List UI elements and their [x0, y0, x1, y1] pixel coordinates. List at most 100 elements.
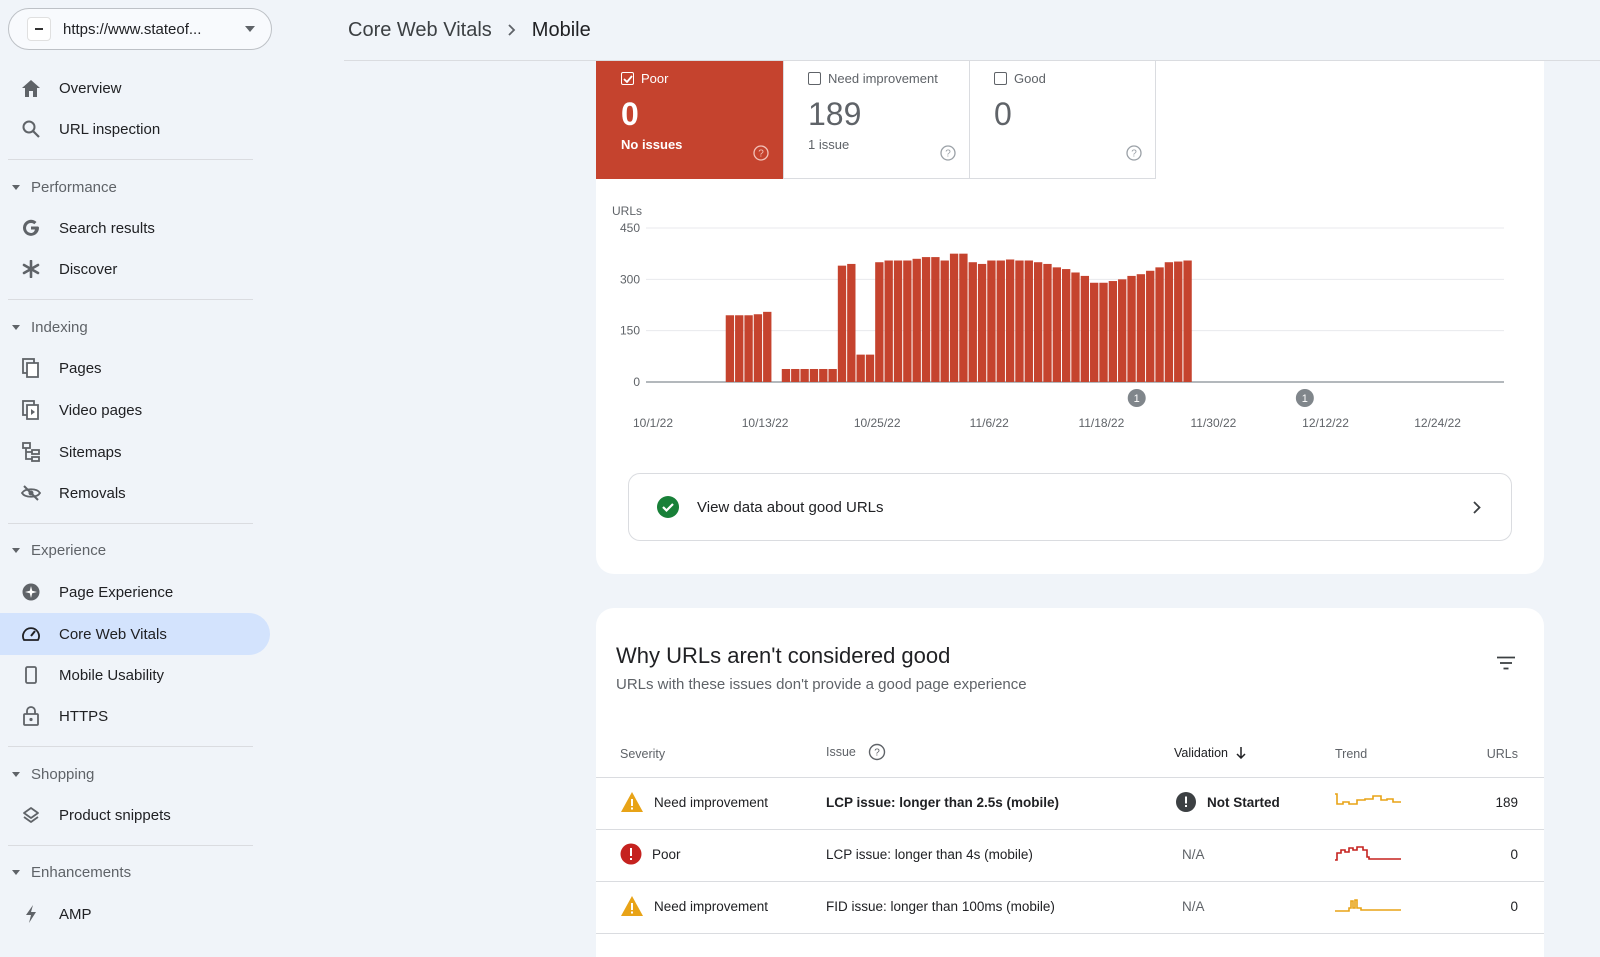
- collapse-arrow-icon: [12, 185, 20, 190]
- chart-bar: [735, 315, 743, 382]
- sidebar-item-label: Pages: [59, 360, 102, 377]
- x-tick-label: 12/24/22: [1414, 416, 1461, 430]
- col-severity[interactable]: Severity: [620, 747, 665, 761]
- checkbox-checked-icon[interactable]: [621, 72, 634, 85]
- chart-bar: [800, 369, 808, 382]
- chart-bar: [847, 264, 855, 382]
- help-icon[interactable]: ?: [940, 145, 956, 166]
- svg-text:?: ?: [1131, 149, 1137, 160]
- chart-bar: [1127, 276, 1135, 382]
- chart-bar: [810, 369, 818, 382]
- sidebar-item-video-pages[interactable]: Video pages: [0, 389, 270, 431]
- help-icon[interactable]: ?: [753, 145, 769, 166]
- tile-label: Good: [1014, 71, 1046, 86]
- chart-bar: [931, 257, 939, 382]
- chart-bar: [997, 261, 1005, 382]
- section-label: Enhancements: [31, 864, 131, 881]
- urls-bar-chart: URLs450300150010/1/2210/13/2210/25/2211/…: [606, 201, 1516, 441]
- sidebar-item-product-snippets[interactable]: Product snippets: [0, 794, 270, 836]
- table-row[interactable]: Need improvement FID issue: longer than …: [596, 882, 1544, 934]
- col-urls[interactable]: URLs: [1487, 747, 1518, 761]
- speedometer-icon: [21, 624, 41, 644]
- sidebar-item-label: AMP: [59, 906, 92, 923]
- chart-bar: [1015, 261, 1023, 382]
- tile-poor[interactable]: Poor 0 No issues ?: [596, 61, 783, 179]
- sidebar-item-label: Overview: [59, 80, 122, 97]
- sidebar-item-url-inspection[interactable]: URL inspection: [0, 108, 270, 150]
- filter-icon[interactable]: [1496, 656, 1516, 675]
- sidebar-item-mobile-usability[interactable]: Mobile Usability: [0, 654, 270, 696]
- issue-name: LCP issue: longer than 4s (mobile): [826, 847, 1033, 862]
- severity-label: Need improvement: [654, 795, 768, 810]
- help-icon[interactable]: ?: [868, 743, 886, 761]
- divider: [8, 299, 253, 300]
- table-row[interactable]: Poor LCP issue: longer than 4s (mobile) …: [596, 830, 1544, 882]
- x-tick-label: 11/6/22: [970, 416, 1009, 430]
- chart-bar: [1174, 262, 1182, 382]
- checkbox-icon[interactable]: [808, 72, 821, 85]
- sidebar-item-removals[interactable]: Removals: [0, 472, 270, 514]
- y-tick-label: 0: [633, 375, 640, 389]
- asterisk-icon: [21, 259, 41, 279]
- section-performance[interactable]: Performance: [0, 172, 117, 202]
- chart-bar: [1155, 267, 1163, 382]
- alert-circle-icon: [1176, 792, 1196, 812]
- sort-down-arrow-icon: [1236, 747, 1246, 759]
- chart-bar: [987, 261, 995, 382]
- sidebar: https://www.stateof... Overview URL insp…: [0, 0, 272, 957]
- chart-bar: [969, 262, 977, 382]
- dropdown-arrow-icon: [245, 26, 255, 32]
- issue-name: LCP issue: longer than 2.5s (mobile): [826, 795, 1059, 810]
- tile-need-improvement[interactable]: Need improvement 189 1 issue ?: [783, 61, 970, 179]
- collapse-arrow-icon: [12, 325, 20, 330]
- col-validation-label: Validation: [1174, 746, 1228, 760]
- checkbox-icon[interactable]: [994, 72, 1007, 85]
- sidebar-item-overview[interactable]: Overview: [0, 67, 270, 109]
- section-indexing[interactable]: Indexing: [0, 312, 88, 342]
- sidebar-item-core-web-vitals[interactable]: Core Web Vitals: [0, 613, 270, 655]
- error-icon: [620, 843, 642, 865]
- view-good-urls-link[interactable]: View data about good URLs: [628, 473, 1512, 541]
- sidebar-item-search-results[interactable]: Search results: [0, 207, 270, 249]
- tile-good[interactable]: Good 0 ?: [969, 61, 1156, 179]
- x-tick-label: 10/1/22: [633, 416, 673, 430]
- chart-bar: [950, 254, 958, 382]
- chart-bar: [791, 369, 799, 382]
- trend-sparkline: [1335, 896, 1403, 917]
- divider: [8, 845, 253, 846]
- sidebar-item-sitemaps[interactable]: Sitemaps: [0, 431, 270, 473]
- layers-icon: [21, 805, 41, 825]
- sidebar-item-label: Page Experience: [59, 584, 173, 601]
- chart-bar: [1006, 259, 1014, 382]
- y-tick-label: 300: [620, 272, 640, 286]
- summary-card: Poor 0 No issues ? Need improvement 189 …: [596, 61, 1544, 574]
- phone-icon: [21, 665, 41, 685]
- col-validation[interactable]: Validation: [1174, 746, 1246, 760]
- col-issue[interactable]: Issue ?: [826, 743, 886, 761]
- sidebar-item-label: Discover: [59, 261, 117, 278]
- sidebar-item-pages[interactable]: Pages: [0, 347, 270, 389]
- breadcrumb-parent[interactable]: Core Web Vitals: [348, 19, 492, 42]
- sidebar-item-https[interactable]: HTTPS: [0, 695, 270, 737]
- issue-name: FID issue: longer than 100ms (mobile): [826, 899, 1055, 914]
- sidebar-item-discover[interactable]: Discover: [0, 248, 270, 290]
- sidebar-item-amp[interactable]: AMP: [0, 893, 270, 935]
- svg-text:?: ?: [874, 748, 880, 759]
- chart-bar: [959, 254, 967, 382]
- help-icon[interactable]: ?: [1126, 145, 1142, 166]
- chart-bar: [1062, 269, 1070, 382]
- divider: [8, 523, 253, 524]
- collapse-arrow-icon: [12, 548, 20, 553]
- severity-label: Poor: [652, 847, 681, 862]
- section-label: Experience: [31, 542, 106, 559]
- property-selector[interactable]: https://www.stateof...: [8, 8, 272, 50]
- sidebar-item-page-experience[interactable]: Page Experience: [0, 571, 270, 613]
- section-shopping[interactable]: Shopping: [0, 759, 94, 789]
- chart-bar: [1099, 283, 1107, 382]
- section-enhancements[interactable]: Enhancements: [0, 857, 131, 887]
- section-experience[interactable]: Experience: [0, 535, 106, 565]
- chart-bar: [838, 266, 846, 382]
- view-good-urls-label: View data about good URLs: [697, 499, 1473, 516]
- chart-bar: [894, 261, 902, 382]
- table-row[interactable]: Need improvement LCP issue: longer than …: [596, 778, 1544, 830]
